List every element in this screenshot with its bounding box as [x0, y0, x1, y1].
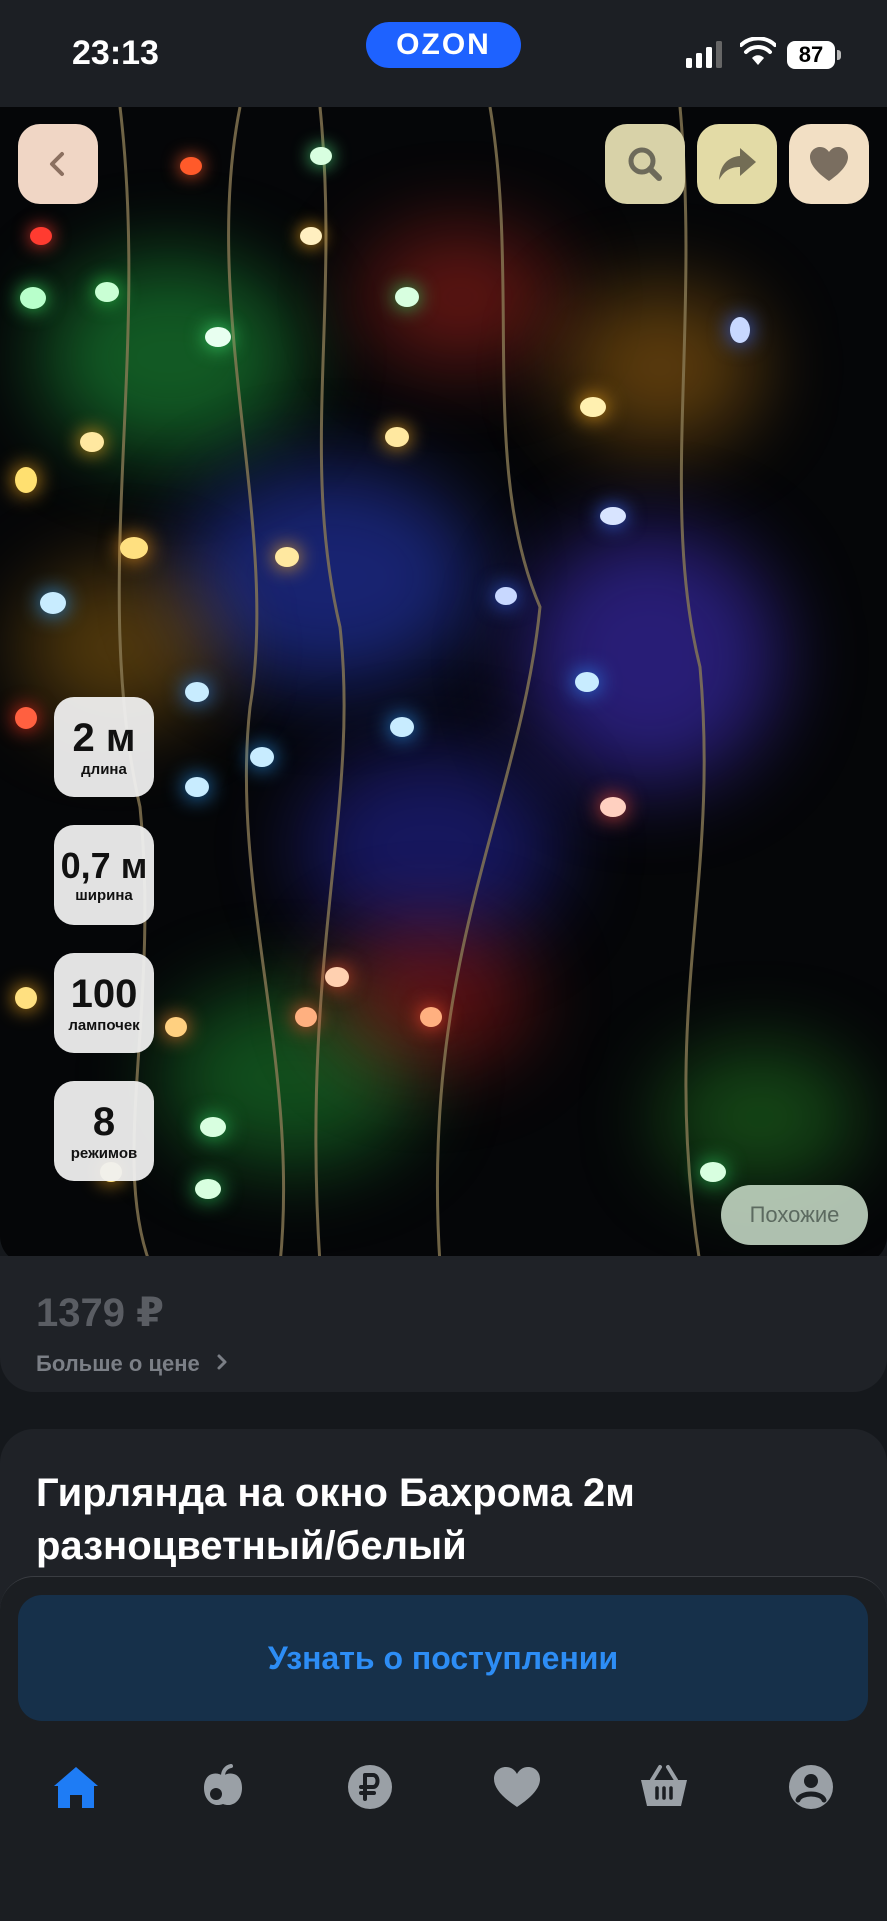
- status-time: 23:13: [72, 34, 159, 72]
- home-icon: [54, 1767, 98, 1808]
- search-button[interactable]: [605, 124, 685, 204]
- spec-label: длина: [81, 760, 127, 778]
- heart-icon: [810, 147, 848, 181]
- share-arrow-icon: [719, 148, 756, 180]
- spec-value: 2 м: [72, 715, 136, 760]
- price-details-link[interactable]: Больше о цене: [36, 1351, 228, 1377]
- status-bar: 23:13 OZON 87: [0, 0, 887, 107]
- catalog-apple-icon: [204, 1764, 242, 1806]
- spec-value: 8: [92, 1099, 116, 1144]
- similar-button[interactable]: Похожие: [721, 1185, 868, 1245]
- profile-icon: [789, 1765, 833, 1809]
- product-image[interactable]: 2 м длина 0,7 м ширина 100 лампочек 8 ре…: [0, 107, 887, 1264]
- product-price: 1379 ₽: [36, 1291, 164, 1335]
- favorite-button[interactable]: [789, 124, 869, 204]
- spec-label: режимов: [70, 1144, 138, 1162]
- spec-badge-bulbs: 100 лампочек: [54, 953, 154, 1053]
- battery-indicator: 87: [787, 41, 841, 69]
- basket-icon: [641, 1765, 687, 1806]
- chevron-right-icon: [217, 1354, 227, 1370]
- spec-label: ширина: [75, 886, 133, 904]
- wifi-icon: [740, 37, 776, 65]
- tab-catalog[interactable]: [193, 1757, 253, 1817]
- notify-on-arrival-button[interactable]: Узнать о поступлении: [18, 1595, 868, 1721]
- signal-icon: [686, 41, 722, 68]
- search-icon: [628, 147, 662, 181]
- back-button[interactable]: [18, 124, 98, 204]
- spec-badge-length: 2 м длина: [54, 697, 154, 797]
- spec-value: 0,7 м: [60, 844, 148, 886]
- spec-value: 100: [70, 971, 138, 1016]
- ruble-icon: [348, 1765, 392, 1809]
- price-details-label: Больше о цене: [36, 1351, 200, 1376]
- spec-badge-width: 0,7 м ширина: [54, 825, 154, 925]
- tab-finance[interactable]: [340, 1757, 400, 1817]
- bottom-action-sheet: Узнать о поступлении: [0, 1576, 887, 1921]
- tab-cart[interactable]: [634, 1757, 694, 1817]
- share-button[interactable]: [697, 124, 777, 204]
- tab-profile[interactable]: [781, 1757, 841, 1817]
- tab-home[interactable]: [46, 1757, 106, 1817]
- spec-label: лампочек: [68, 1016, 140, 1034]
- favorites-heart-icon: [494, 1767, 540, 1807]
- product-title: Гирлянда на окно Бахрома 2м разноцветный…: [36, 1471, 635, 1568]
- price-card: 1379 ₽ Больше о цене: [0, 1256, 887, 1392]
- chevron-left-icon: [50, 152, 64, 176]
- brand-logo: OZON: [366, 22, 521, 68]
- tab-bar: [0, 1757, 887, 1847]
- spec-badge-modes: 8 режимов: [54, 1081, 154, 1181]
- tab-favorites[interactable]: [487, 1757, 547, 1817]
